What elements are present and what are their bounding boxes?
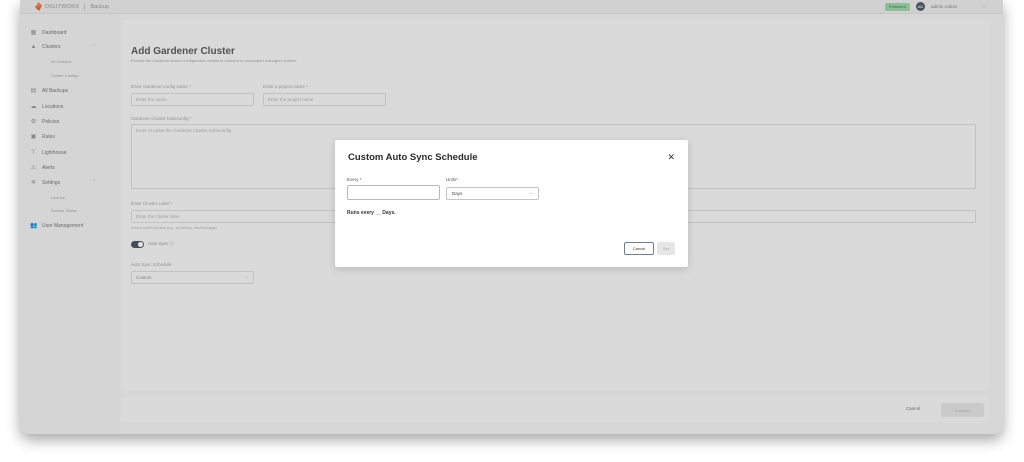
chevron-down-icon: ⌄ bbox=[528, 190, 533, 196]
units-label: Units* bbox=[446, 177, 459, 182]
runs-summary: Runs every __ Days. bbox=[347, 210, 396, 216]
modal-title: Custom Auto Sync Schedule bbox=[348, 152, 478, 163]
units-select[interactable]: Days ⌄ bbox=[446, 187, 539, 200]
every-input[interactable] bbox=[347, 185, 440, 200]
modal-set-button[interactable]: Set bbox=[657, 242, 675, 255]
custom-schedule-modal: Custom Auto Sync Schedule ✕ Every * Unit… bbox=[335, 140, 688, 267]
every-label: Every * bbox=[347, 177, 362, 182]
units-value: Days bbox=[452, 191, 463, 196]
modal-cancel-button[interactable]: Cancel bbox=[624, 242, 654, 255]
close-icon[interactable]: ✕ bbox=[667, 152, 675, 163]
